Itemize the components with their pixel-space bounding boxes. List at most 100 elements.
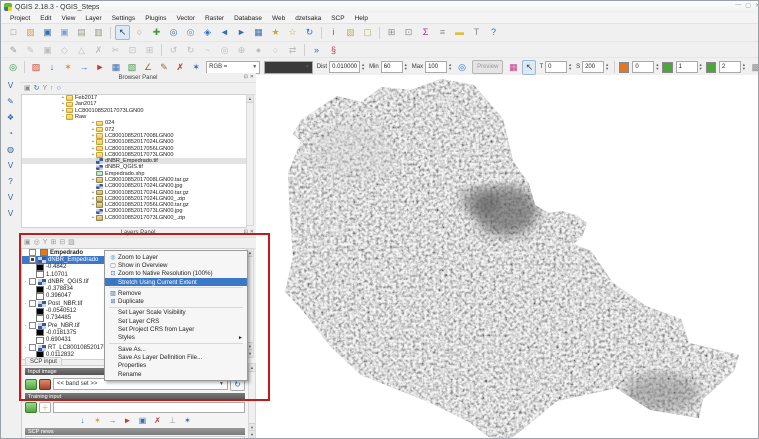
manage-themes-icon[interactable]: ◎ bbox=[34, 238, 40, 247]
zoom-to-layer-icon[interactable]: ▦ bbox=[251, 25, 266, 40]
delete-selected-icon[interactable]: ✗ bbox=[91, 43, 106, 58]
processing-flower-icon[interactable]: ❖ bbox=[7, 113, 14, 122]
menu-item-plugins[interactable]: Plugins bbox=[140, 15, 171, 22]
spinner-arrows-icon[interactable]: ▲▼ bbox=[655, 63, 659, 71]
identify-icon[interactable]: i bbox=[326, 25, 341, 40]
scp-plot-training-icon[interactable]: ⊥ bbox=[167, 415, 179, 426]
tree-expander-icon[interactable]: - bbox=[22, 257, 29, 263]
title-bar[interactable]: QGIS 2.18.3 - QGIS_Steps —▢✕ bbox=[1, 1, 759, 13]
paste-features-icon[interactable]: ⊞ bbox=[142, 43, 157, 58]
add-group-icon[interactable]: ▣ bbox=[24, 238, 31, 247]
roi-pointer-icon[interactable]: ↖ bbox=[522, 60, 536, 75]
web-globe-icon[interactable]: ◍ bbox=[7, 145, 14, 154]
min-spinner[interactable]: Min60▲▼ bbox=[369, 61, 408, 73]
pan-map-icon[interactable]: ↖ bbox=[115, 25, 130, 40]
zoom-last-icon[interactable]: ◄ bbox=[217, 25, 232, 40]
context-menu-item[interactable]: ◎Zoom to Layer bbox=[105, 253, 247, 261]
spinner-arrows-icon[interactable]: ▲▼ bbox=[699, 63, 703, 71]
touch-zoom-icon[interactable]: ○ bbox=[132, 25, 147, 40]
scp-import-training-icon[interactable]: → bbox=[107, 415, 119, 426]
spinner-arrows-icon[interactable]: ▲▼ bbox=[361, 63, 365, 71]
scroll-up-icon[interactable]: ▲ bbox=[249, 364, 255, 372]
scp-plugin-icon[interactable]: § bbox=[326, 43, 341, 58]
measure-icon[interactable]: ≡ bbox=[435, 25, 450, 40]
menu-item-raster[interactable]: Raster bbox=[200, 15, 229, 22]
redo-icon[interactable]: ↻ bbox=[183, 43, 198, 58]
new-composer-icon[interactable]: ▤ bbox=[74, 25, 89, 40]
add-selected-layers-icon[interactable]: ▣ bbox=[24, 84, 31, 93]
zoom-full-icon[interactable]: ◈ bbox=[200, 25, 215, 40]
spinner-arrows-icon[interactable]: ▲▼ bbox=[605, 63, 609, 71]
properties-widget-icon[interactable]: ○ bbox=[57, 84, 61, 93]
text-annotation-icon[interactable]: T bbox=[469, 25, 484, 40]
context-menu-item[interactable]: ▥Stretch Using Current Extent bbox=[105, 278, 247, 286]
toggle-editing-icon[interactable]: ✎ bbox=[23, 43, 38, 58]
min-spinner-value[interactable]: 60 bbox=[381, 61, 403, 73]
map-refresh-icon[interactable]: ↻ bbox=[302, 25, 317, 40]
delete-ring-icon[interactable]: ○ bbox=[268, 43, 283, 58]
menu-item-layer[interactable]: Layer bbox=[80, 15, 106, 22]
class-color-swatch[interactable] bbox=[706, 62, 716, 73]
browser-tree-item[interactable]: +LC80010852017073LGN00_.zip bbox=[22, 215, 246, 221]
context-menu-item[interactable]: Set Project CRS from Layer bbox=[105, 325, 247, 333]
scp-delete-training-icon[interactable]: ✗ bbox=[152, 415, 164, 426]
scp-save-training-icon[interactable]: ▣ bbox=[137, 415, 149, 426]
opacity-icon[interactable]: ▩ bbox=[749, 60, 759, 75]
context-menu-item[interactable]: ▢Show in Overview bbox=[105, 261, 247, 269]
layer-visibility-checkbox[interactable] bbox=[29, 300, 36, 307]
fill-ring-icon[interactable]: ● bbox=[251, 43, 266, 58]
class-color-swatch[interactable] bbox=[662, 62, 672, 73]
tree-expander-icon[interactable]: - bbox=[22, 301, 29, 307]
move-icon[interactable]: ✚ bbox=[149, 25, 164, 40]
vector-select-icon[interactable]: V bbox=[8, 209, 13, 218]
attribute-table-icon[interactable]: ⊞ bbox=[384, 25, 399, 40]
add-feature-icon[interactable]: ◇ bbox=[57, 43, 72, 58]
context-menu-item[interactable]: Properties bbox=[105, 362, 247, 370]
context-menu-item[interactable]: Rename bbox=[105, 370, 247, 378]
dist-spinner[interactable]: Dist0.010000▲▼ bbox=[317, 61, 365, 73]
browser-tree[interactable]: +Feb2017+Jan2017+LC80010852017073LGN00-R… bbox=[21, 94, 247, 228]
save-project-icon[interactable]: ▣ bbox=[40, 25, 55, 40]
context-menu-item[interactable]: Save As... bbox=[105, 345, 247, 353]
zoom-preview-icon[interactable]: ◎ bbox=[455, 60, 469, 75]
scp-settings-training-icon[interactable]: ✶ bbox=[182, 415, 194, 426]
menu-item-edit[interactable]: Edit bbox=[35, 15, 56, 22]
scp-input-image-icon[interactable] bbox=[25, 379, 37, 390]
scp-zoom-icon[interactable]: ◎ bbox=[6, 60, 20, 75]
browser-scrollbar[interactable]: ▲ bbox=[246, 94, 254, 226]
vector-menu-icon[interactable]: V bbox=[8, 161, 13, 170]
tree-expander-icon[interactable]: - bbox=[22, 345, 29, 351]
rgb-bands-icon[interactable]: ▦ bbox=[506, 60, 520, 75]
new-bookmark-icon[interactable]: ★ bbox=[268, 25, 283, 40]
context-menu-item[interactable]: Styles► bbox=[105, 334, 247, 342]
remove-layer-icon[interactable]: ▨ bbox=[68, 238, 75, 247]
select-features-icon[interactable]: ▧ bbox=[343, 25, 358, 40]
class-1-spinner[interactable]: 1▲▼ bbox=[676, 61, 703, 73]
size-spinner-value[interactable]: 200 bbox=[582, 61, 604, 73]
collapse-all-layers-icon[interactable]: ⊟ bbox=[59, 238, 65, 247]
menu-item-help[interactable]: Help bbox=[350, 15, 373, 22]
class-2-spinner-value[interactable]: 2 bbox=[719, 61, 741, 73]
max-spinner-value[interactable]: 100 bbox=[425, 61, 447, 73]
field-calculator-icon[interactable]: ⊡ bbox=[401, 25, 416, 40]
scp-training-input-icon[interactable] bbox=[25, 402, 37, 413]
training-input-field[interactable] bbox=[53, 402, 245, 413]
roi-signature-combo[interactable]: ▼ bbox=[264, 61, 313, 74]
filter-legend-icon[interactable]: Y bbox=[43, 238, 48, 247]
show-bookmarks-icon[interactable]: ☆ bbox=[285, 25, 300, 40]
grass-tools-icon[interactable]: ◔ bbox=[8, 129, 13, 138]
layer-visibility-checkbox[interactable] bbox=[29, 344, 36, 351]
maximize-icon[interactable]: ▢ bbox=[745, 2, 751, 9]
menu-item-vector[interactable]: Vector bbox=[172, 15, 200, 22]
composer-manager-icon[interactable]: ▥ bbox=[91, 25, 106, 40]
threshold-spinner[interactable]: T0▲▼ bbox=[539, 61, 572, 73]
spinner-arrows-icon[interactable]: ▲▼ bbox=[448, 63, 452, 71]
close-icon[interactable]: ✕ bbox=[250, 74, 254, 80]
scroll-up-icon[interactable]: ▲ bbox=[247, 95, 253, 103]
undo-icon[interactable]: ↺ bbox=[166, 43, 181, 58]
close-icon[interactable]: ✕ bbox=[755, 2, 759, 9]
help-contents-icon[interactable]: ? bbox=[8, 177, 12, 186]
cut-features-icon[interactable]: ✂ bbox=[108, 43, 123, 58]
node-tool-icon[interactable]: △ bbox=[74, 43, 89, 58]
menu-item-project[interactable]: Project bbox=[5, 15, 35, 22]
